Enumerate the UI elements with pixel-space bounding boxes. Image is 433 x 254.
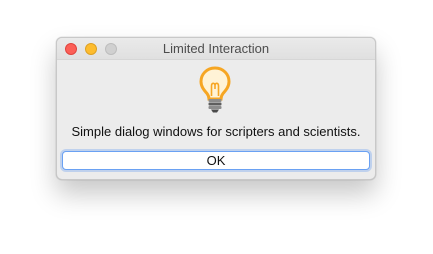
dialog-message: Simple dialog windows for scripters and … [71,124,361,139]
ok-button[interactable]: OK [62,151,370,170]
dialog-window: Limited Interaction Simple dialog window… [56,37,376,180]
title-bar[interactable]: Limited Interaction [57,38,375,60]
window-title: Limited Interaction [162,41,270,56]
lightbulb-icon [199,66,231,113]
